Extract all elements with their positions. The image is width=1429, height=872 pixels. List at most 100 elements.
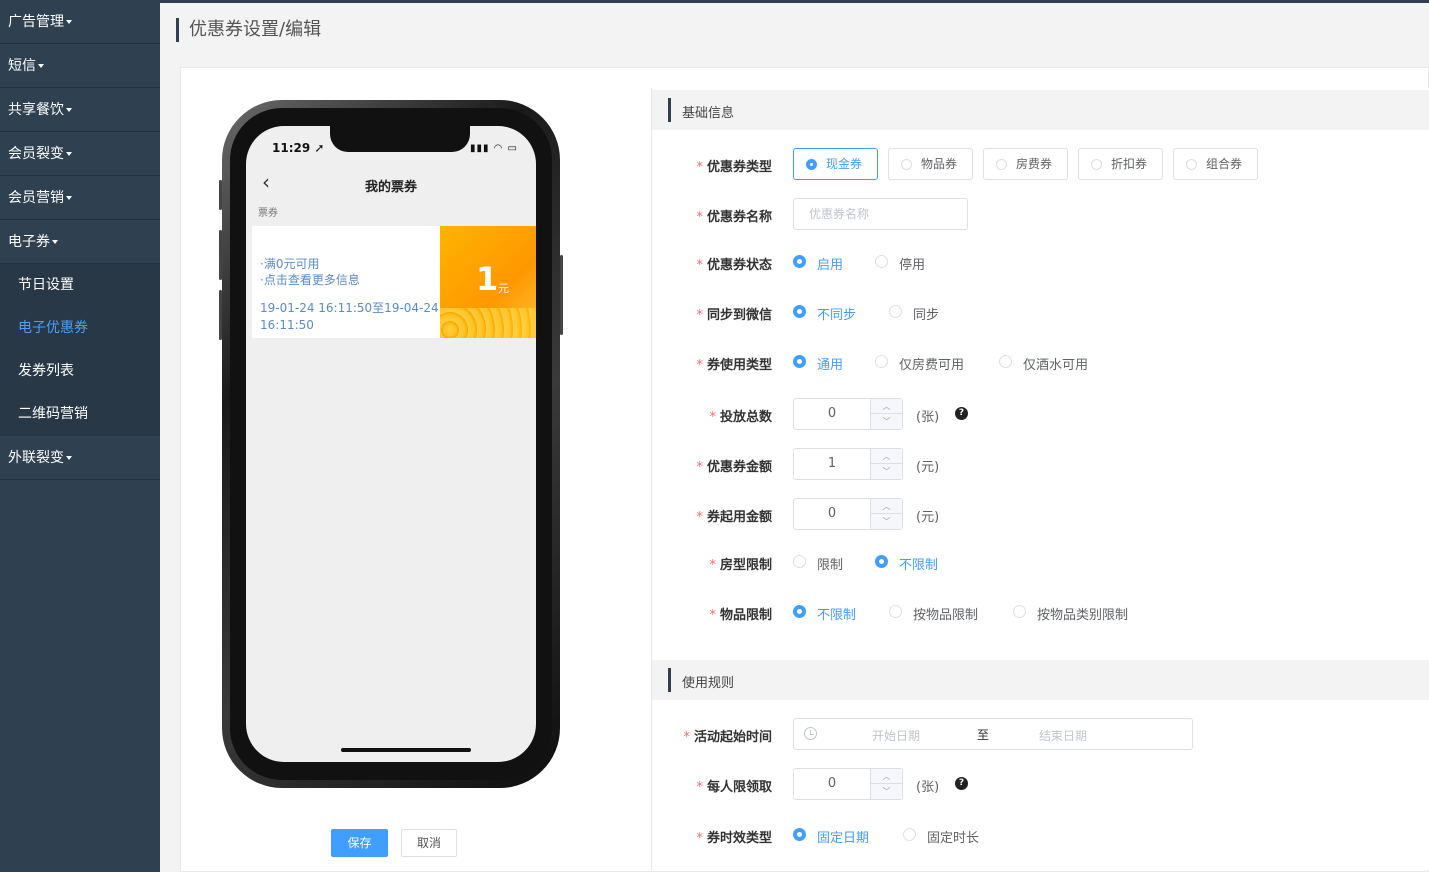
- caret-down-icon: [66, 196, 72, 200]
- chevron-up-icon[interactable]: ︿: [871, 499, 902, 514]
- range-separator: 至: [977, 728, 990, 742]
- sidebar-item-external-fission[interactable]: 外联裂变: [0, 436, 160, 480]
- sidebar-item-label: 会员营销: [8, 190, 64, 206]
- sidebar-item-label: 共享餐饮: [8, 102, 64, 118]
- total-issue-stepper[interactable]: 0 ︿ ﹀: [793, 398, 903, 430]
- radio-fixed-duration[interactable]: 固定时长: [903, 827, 979, 846]
- sidebar-subitem-holiday[interactable]: 节日设置: [0, 264, 160, 307]
- stepper-arrows: ︿ ﹀: [870, 499, 902, 529]
- save-button[interactable]: 保存: [331, 829, 388, 857]
- radio-item-by-category[interactable]: 按物品类别限制: [1013, 604, 1128, 623]
- chevron-down-icon[interactable]: ﹀: [871, 414, 902, 429]
- coupon-form: 基础信息 * 优惠券类型 现金券 物品券 房费券 折扣券 组合券 * 优惠券名称 优…: [651, 88, 1429, 870]
- field-label: * 券使用类型: [696, 358, 772, 373]
- chevron-up-icon[interactable]: ︿: [871, 769, 902, 784]
- radio-usage-drinks-only[interactable]: 仅酒水可用: [999, 354, 1088, 373]
- date-range-picker[interactable]: 开始日期 至 结束日期: [793, 718, 1193, 750]
- radio-room-no-limit[interactable]: 不限制: [875, 554, 938, 573]
- caret-down-icon: [66, 456, 72, 460]
- section-title: 使用规则: [682, 676, 735, 691]
- field-label: * 物品限制: [709, 608, 772, 623]
- unit-label: (元): [916, 460, 940, 475]
- sidebar-subitem-issue-list[interactable]: 发券列表: [0, 350, 160, 393]
- radio-no-sync[interactable]: 不同步: [793, 304, 856, 323]
- section-bar: [668, 668, 671, 692]
- sidebar-item-sms[interactable]: 短信: [0, 44, 160, 88]
- row-sync-wechat: * 同步到微信 不同步 同步: [652, 296, 1429, 328]
- coupon-name-input[interactable]: 优惠券名称: [793, 198, 968, 230]
- caret-down-icon: [66, 152, 72, 156]
- radio-usage-general[interactable]: 通用: [793, 354, 843, 373]
- cancel-button[interactable]: 取消: [401, 829, 457, 857]
- radio-status-enabled[interactable]: 启用: [793, 254, 843, 273]
- radio-item-by-item[interactable]: 按物品限制: [889, 604, 978, 623]
- sidebar-item-member-marketing[interactable]: 会员营销: [0, 176, 160, 220]
- caret-down-icon: [52, 240, 58, 244]
- radio-status-disabled[interactable]: 停用: [875, 254, 925, 273]
- coupon-type-discount[interactable]: 折扣券: [1078, 148, 1163, 180]
- stepper-arrows: ︿ ﹀: [870, 449, 902, 479]
- sidebar-subitem-qrcode[interactable]: 二维码营销: [0, 393, 160, 436]
- phone-side-button: [560, 255, 563, 335]
- phone-nav-title: 我的票券: [364, 180, 417, 195]
- radio-room-limit[interactable]: 限制: [793, 554, 843, 573]
- chevron-down-icon[interactable]: ﹀: [871, 784, 902, 799]
- coupon-type-room[interactable]: 房费券: [983, 148, 1068, 180]
- caret-down-icon: [38, 64, 44, 68]
- row-activity-time: * 活动起始时间 开始日期 至 结束日期: [652, 718, 1429, 750]
- phone-notch: [330, 126, 470, 152]
- field-label: * 投放总数: [709, 410, 772, 425]
- sidebar-item-label: 电子券: [8, 234, 50, 250]
- coupon-info: ·满0元可用 ·点击查看更多信息 19-01-24 16:11:50至19-04…: [252, 226, 440, 338]
- field-label: * 优惠券状态: [696, 258, 772, 273]
- end-date-input[interactable]: 结束日期: [1039, 727, 1087, 744]
- phone-side-button: [219, 180, 222, 210]
- coupon-more-info: ·点击查看更多信息: [260, 273, 360, 287]
- coupon-amount-stepper[interactable]: 1 ︿ ﹀: [793, 448, 903, 480]
- radio-usage-room-only[interactable]: 仅房费可用: [875, 354, 964, 373]
- sidebar-item-dining[interactable]: 共享餐饮: [0, 88, 160, 132]
- help-icon[interactable]: ?: [955, 777, 968, 790]
- coupon-condition: ·满0元可用: [260, 257, 320, 271]
- phone-side-button: [219, 290, 222, 340]
- section-basic-header: 基础信息: [652, 90, 1429, 130]
- chevron-down-icon[interactable]: ﹀: [871, 514, 902, 529]
- stepper-value: 0: [827, 506, 837, 521]
- coupon-type-item[interactable]: 物品券: [888, 148, 973, 180]
- status-time: 11:29 ➚: [272, 141, 325, 155]
- start-date-input[interactable]: 开始日期: [872, 727, 920, 744]
- row-item-limit: * 物品限制 不限制 按物品限制 按物品类别限制: [652, 596, 1429, 628]
- field-label: * 房型限制: [709, 558, 772, 573]
- min-amount-stepper[interactable]: 0 ︿ ﹀: [793, 498, 903, 530]
- sidebar-item-ecoupon[interactable]: 电子券: [0, 220, 160, 264]
- coupon-type-cash[interactable]: 现金券: [793, 148, 878, 180]
- row-total-issue: * 投放总数 0 ︿ ﹀ (张) ?: [652, 398, 1429, 430]
- radio-sync[interactable]: 同步: [889, 304, 939, 323]
- sidebar-subitem-ecoupon[interactable]: 电子优惠券: [0, 307, 160, 350]
- stepper-value: 0: [827, 406, 837, 421]
- row-per-person: * 每人限领取 0 ︿ ﹀ (张) ?: [652, 768, 1429, 800]
- coupon-card[interactable]: ·满0元可用 ·点击查看更多信息 19-01-24 16:11:50至19-04…: [252, 226, 536, 338]
- caret-down-icon: [66, 108, 72, 112]
- unit-label: (张): [916, 410, 940, 425]
- chevron-down-icon[interactable]: ﹀: [871, 464, 902, 479]
- field-label: * 每人限领取: [696, 780, 772, 795]
- status-icons: ▮▮▮ ◠ ▭: [469, 143, 518, 154]
- unit-label: (元): [916, 510, 940, 525]
- phone-tab-label: 票券: [258, 208, 278, 219]
- radio-item-no-limit[interactable]: 不限制: [793, 604, 856, 623]
- radio-fixed-date[interactable]: 固定日期: [793, 827, 869, 846]
- coupon-amount-area: 1 元: [440, 226, 536, 338]
- sidebar-item-label: 外联裂变: [8, 450, 64, 466]
- unit-label: (张): [916, 780, 940, 795]
- sidebar-item-member-fission[interactable]: 会员裂变: [0, 132, 160, 176]
- chevron-up-icon[interactable]: ︿: [871, 399, 902, 414]
- sidebar-item-ads[interactable]: 广告管理: [0, 0, 160, 44]
- field-label: * 活动起始时间: [683, 730, 772, 745]
- per-person-stepper[interactable]: 0 ︿ ﹀: [793, 768, 903, 800]
- section-bar: [668, 98, 671, 122]
- help-icon[interactable]: ?: [955, 407, 968, 420]
- coupon-type-combo[interactable]: 组合券: [1173, 148, 1258, 180]
- chevron-up-icon[interactable]: ︿: [871, 449, 902, 464]
- field-label: * 同步到微信: [696, 308, 772, 323]
